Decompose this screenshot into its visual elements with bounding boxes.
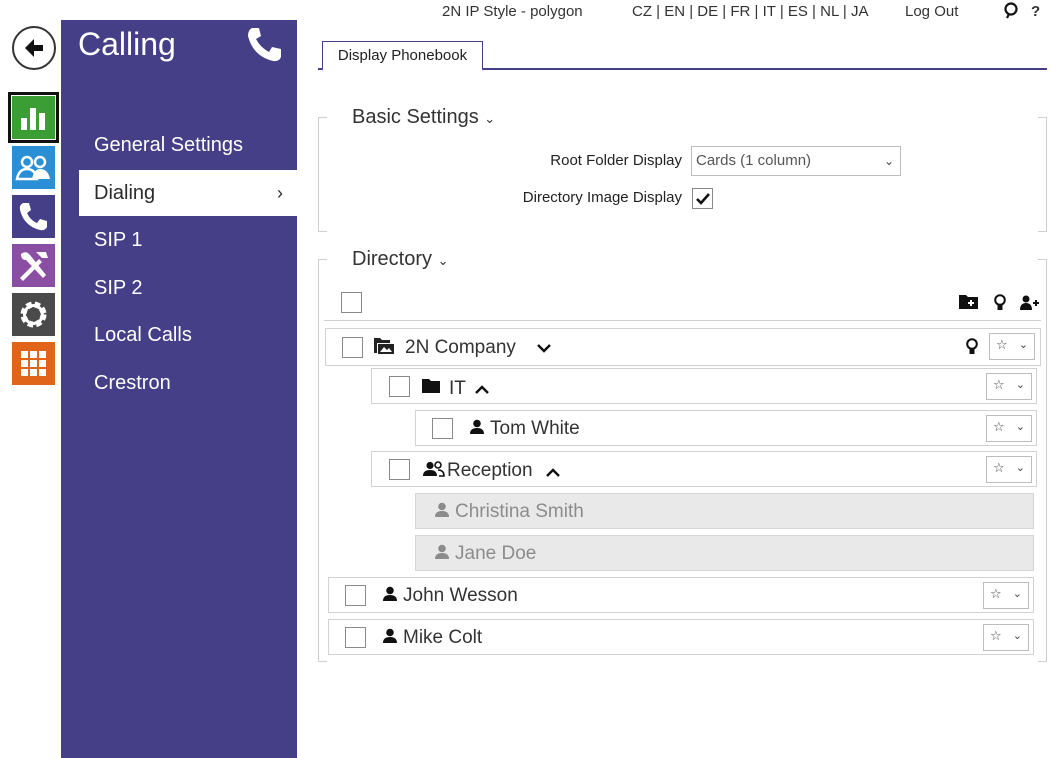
star-icon: ☆ bbox=[993, 378, 1005, 393]
row-name: Mike Colt bbox=[403, 627, 483, 648]
star-icon: ☆ bbox=[996, 338, 1008, 353]
favorite-select[interactable]: ☆ ⌄ bbox=[983, 624, 1029, 651]
folder-image-icon bbox=[373, 337, 395, 359]
divider bbox=[324, 320, 1041, 321]
lightbulb-icon[interactable] bbox=[993, 294, 1007, 316]
star-icon: ☆ bbox=[990, 629, 1002, 644]
row-checkbox[interactable] bbox=[389, 376, 410, 397]
menu-item-label: Dialing bbox=[94, 182, 156, 204]
chevron-down-icon: ⌄ bbox=[883, 154, 894, 168]
menu-item-sip-2[interactable]: SIP 2 bbox=[79, 265, 297, 311]
system-gear-icon[interactable] bbox=[12, 293, 55, 336]
menu-item-general-settings[interactable]: General Settings bbox=[79, 122, 297, 168]
basic-settings-legend[interactable]: Basic Settings ⌄ bbox=[346, 106, 502, 129]
list-item: Christina Smith bbox=[415, 493, 1034, 529]
add-folder-icon[interactable] bbox=[958, 293, 979, 314]
chevron-down-icon: ⌄ bbox=[1012, 587, 1022, 600]
logout-link[interactable]: Log Out bbox=[905, 3, 958, 20]
row-checkbox[interactable] bbox=[389, 459, 410, 480]
chevron-down-icon: ⌄ bbox=[1018, 338, 1028, 351]
hardware-tools-icon[interactable] bbox=[12, 244, 55, 287]
search-icon[interactable] bbox=[1004, 2, 1020, 24]
root-folder-select[interactable]: Cards (1 column) ⌄ bbox=[691, 146, 901, 176]
chevron-up-icon[interactable] bbox=[475, 380, 489, 399]
basic-settings-section bbox=[318, 117, 1047, 232]
directory-users-icon[interactable] bbox=[12, 146, 55, 189]
row-name: John Wesson bbox=[403, 585, 518, 606]
menu-item-local-calls[interactable]: Local Calls bbox=[79, 312, 297, 358]
icon-rail bbox=[0, 0, 61, 758]
device-name: 2N IP Style - polygon bbox=[442, 3, 583, 20]
user-icon bbox=[434, 502, 450, 522]
menu-item-dialing[interactable]: Dialing › bbox=[79, 170, 297, 216]
tab-display-phonebook[interactable]: Display Phonebook bbox=[322, 41, 483, 71]
row-name: Reception bbox=[447, 460, 533, 481]
status-chart-icon[interactable] bbox=[8, 92, 59, 143]
calling-menu: Calling General Settings Dialing › SIP 1… bbox=[61, 20, 297, 758]
user-icon bbox=[434, 544, 450, 564]
favorite-select[interactable]: ☆ ⌄ bbox=[986, 373, 1032, 400]
chevron-down-icon: ⌄ bbox=[484, 111, 496, 126]
list-item[interactable]: Mike Colt ☆ ⌄ bbox=[328, 619, 1034, 655]
directory-legend[interactable]: Directory ⌄ bbox=[346, 248, 455, 271]
chevron-up-icon[interactable] bbox=[546, 463, 560, 482]
user-icon bbox=[382, 586, 398, 606]
top-bar: 2N IP Style - polygon CZ | EN | DE | FR … bbox=[297, 0, 1056, 26]
star-icon: ☆ bbox=[990, 587, 1002, 602]
row-checkbox[interactable] bbox=[342, 337, 363, 358]
lightbulb-icon[interactable] bbox=[965, 338, 979, 360]
favorite-select[interactable]: ☆ ⌄ bbox=[989, 333, 1035, 360]
row-name: Tom White bbox=[490, 418, 580, 439]
root-folder-label: Root Folder Display bbox=[550, 152, 682, 169]
row-checkbox[interactable] bbox=[345, 627, 366, 648]
star-icon: ☆ bbox=[993, 420, 1005, 435]
group-icon bbox=[423, 461, 445, 481]
image-display-checkbox[interactable] bbox=[692, 188, 713, 209]
help-icon[interactable]: ? bbox=[1031, 3, 1040, 20]
list-item[interactable]: IT ☆ ⌄ bbox=[371, 368, 1037, 404]
chevron-down-icon: ⌄ bbox=[437, 253, 449, 268]
language-selector[interactable]: CZ | EN | DE | FR | IT | ES | NL | JA bbox=[632, 3, 868, 20]
row-name: IT bbox=[449, 378, 466, 399]
back-arrow-icon[interactable] bbox=[12, 26, 56, 70]
add-user-icon[interactable] bbox=[1019, 295, 1040, 315]
row-checkbox[interactable] bbox=[432, 418, 453, 439]
chevron-down-icon: ⌄ bbox=[1015, 461, 1025, 474]
user-icon bbox=[469, 419, 485, 439]
select-all-checkbox[interactable] bbox=[341, 292, 362, 313]
chevron-down-icon: ⌄ bbox=[1015, 420, 1025, 433]
services-grid-icon[interactable] bbox=[12, 342, 55, 385]
folder-icon bbox=[421, 378, 441, 398]
favorite-select[interactable]: ☆ ⌄ bbox=[983, 582, 1029, 609]
row-name: Christina Smith bbox=[455, 501, 584, 522]
calling-phone-icon[interactable] bbox=[12, 195, 55, 238]
user-icon bbox=[382, 628, 398, 648]
chevron-down-icon: ⌄ bbox=[1012, 629, 1022, 642]
phone-icon bbox=[245, 25, 285, 69]
list-item[interactable]: Reception ☆ ⌄ bbox=[371, 451, 1037, 487]
star-icon: ☆ bbox=[993, 461, 1005, 476]
row-name: 2N Company bbox=[405, 337, 516, 358]
menu-item-sip-1[interactable]: SIP 1 bbox=[79, 217, 297, 263]
chevron-down-icon[interactable] bbox=[537, 338, 551, 357]
list-item[interactable]: Tom White ☆ ⌄ bbox=[415, 410, 1037, 446]
chevron-right-icon: › bbox=[277, 183, 283, 203]
row-checkbox[interactable] bbox=[345, 585, 366, 606]
favorite-select[interactable]: ☆ ⌄ bbox=[986, 415, 1032, 442]
chevron-down-icon: ⌄ bbox=[1015, 378, 1025, 391]
list-item[interactable]: John Wesson ☆ ⌄ bbox=[328, 577, 1034, 613]
list-item: Jane Doe bbox=[415, 535, 1034, 571]
menu-item-crestron[interactable]: Crestron bbox=[79, 360, 297, 406]
list-item[interactable]: 2N Company ☆ ⌄ bbox=[325, 328, 1041, 366]
image-display-label: Directory Image Display bbox=[522, 189, 682, 206]
menu-title: Calling bbox=[78, 26, 176, 62]
row-name: Jane Doe bbox=[455, 543, 537, 564]
favorite-select[interactable]: ☆ ⌄ bbox=[986, 456, 1032, 483]
